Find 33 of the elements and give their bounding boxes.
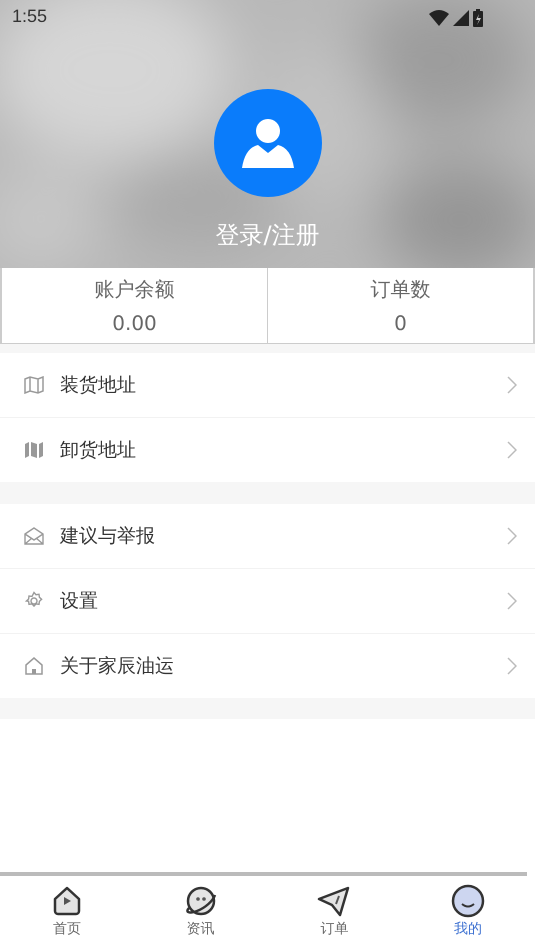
chevron-right-icon (507, 441, 517, 459)
signal-icon (453, 10, 469, 26)
tab[interactable]: 订单 (268, 876, 402, 951)
menu-row[interactable]: 建议与举报 (0, 504, 535, 569)
map-icon (24, 441, 44, 459)
stat-label: 账户余额 (94, 276, 174, 303)
menu-label: 卸货地址 (60, 438, 137, 463)
tab[interactable]: 我的 (401, 876, 535, 951)
battery-icon (473, 9, 483, 27)
wifi-icon (429, 10, 449, 26)
stat-value: 0 (394, 311, 407, 335)
menu-label: 装货地址 (60, 373, 137, 398)
chevron-right-icon (507, 592, 517, 610)
menu-label: 建议与举报 (60, 524, 156, 549)
menu-row[interactable]: 装货地址 (0, 353, 535, 418)
stat-value: 0.00 (112, 311, 157, 335)
envelope-icon (24, 526, 44, 546)
smiley-icon (450, 884, 486, 918)
house-icon (24, 656, 44, 676)
stat-label: 订单数 (370, 276, 430, 303)
menu-row[interactable]: 卸货地址 (0, 418, 535, 482)
chevron-right-icon (507, 527, 517, 545)
tab[interactable]: 资讯 (134, 876, 268, 951)
menu-label: 关于家辰油运 (60, 654, 175, 679)
chevron-right-icon (507, 376, 517, 394)
menu-label: 设置 (60, 589, 99, 614)
menu-row[interactable]: 关于家辰油运 (0, 634, 535, 698)
menu-row[interactable]: 设置 (0, 569, 535, 634)
status-time: 1:55 (12, 6, 48, 27)
map-icon (24, 376, 44, 394)
person-icon (240, 118, 294, 168)
chevron-right-icon (507, 657, 517, 675)
tab[interactable]: 首页 (0, 876, 134, 951)
